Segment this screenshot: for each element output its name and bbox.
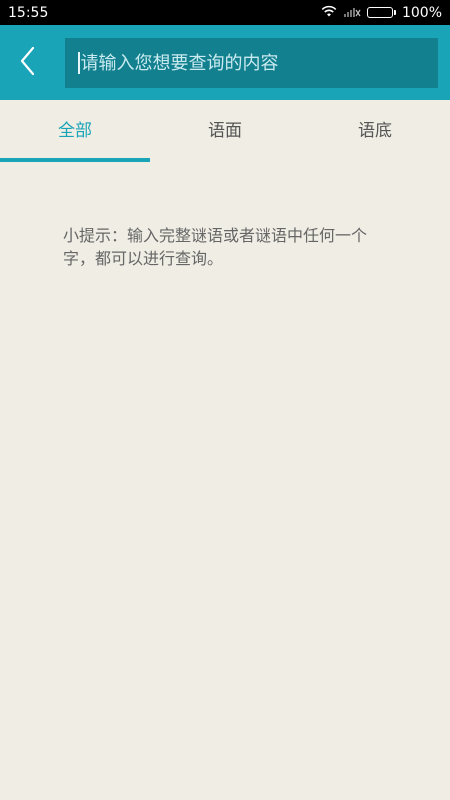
text-cursor — [78, 52, 80, 74]
search-header — [0, 25, 450, 100]
battery-percent: 100% — [401, 4, 442, 21]
signal-icon — [343, 5, 361, 21]
tab-label: 语面 — [208, 120, 242, 141]
back-button[interactable] — [12, 43, 44, 83]
search-hint: 小提示：输入完整谜语或者谜语中任何一个字，都可以进行查询。 — [63, 226, 368, 268]
tab-bar: 全部 语面 语底 — [0, 100, 450, 162]
tab-label: 语底 — [358, 120, 392, 141]
status-icons: 100% — [321, 5, 442, 21]
status-time: 15:55 — [8, 4, 49, 21]
status-bar: 15:55 100% — [0, 0, 450, 25]
tab-riddle-text[interactable]: 语面 — [150, 100, 300, 162]
battery-icon — [366, 7, 396, 18]
search-input[interactable] — [80, 38, 438, 88]
tab-riddle-answer[interactable]: 语底 — [300, 100, 450, 162]
tab-label: 全部 — [58, 120, 92, 141]
search-box[interactable] — [65, 38, 438, 88]
tab-all[interactable]: 全部 — [0, 100, 150, 162]
wifi-icon — [321, 5, 337, 21]
chevron-left-icon — [18, 45, 38, 81]
